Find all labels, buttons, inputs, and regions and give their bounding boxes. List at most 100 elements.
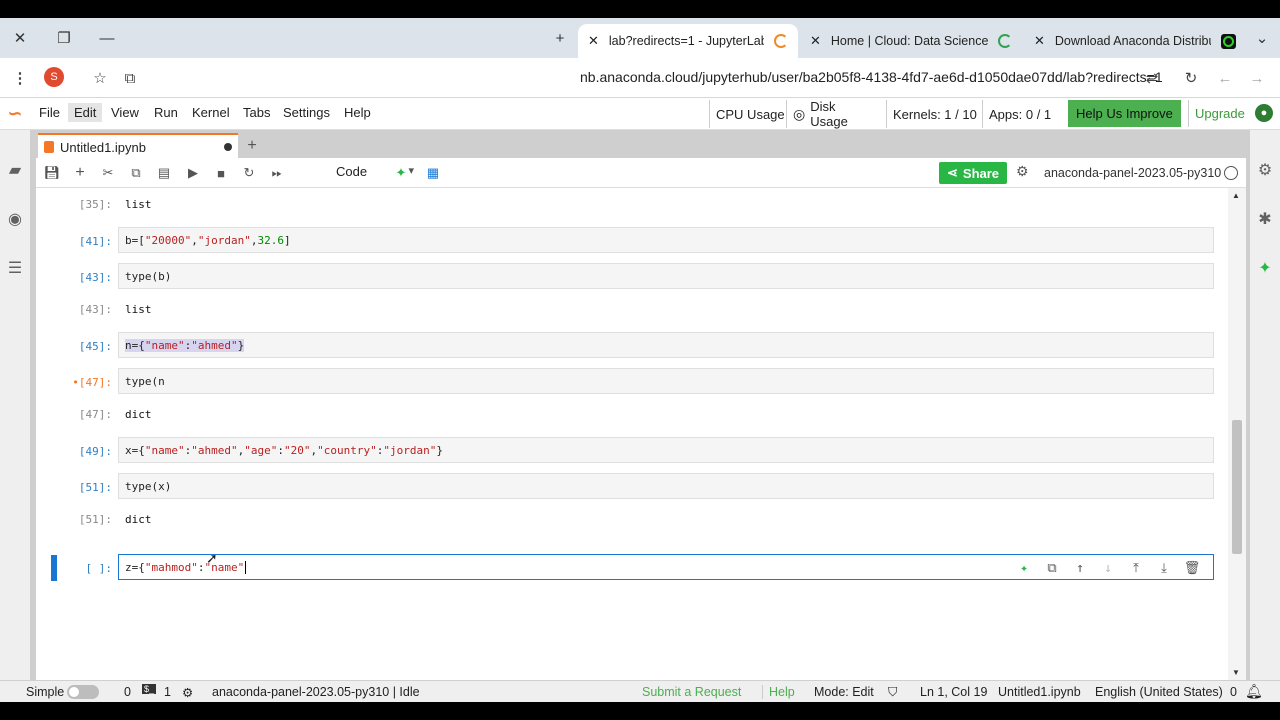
assistant-sparkle-icon[interactable]: ✦: [1015, 559, 1033, 577]
code-token: b=[: [125, 234, 145, 247]
code-input[interactable]: type(b): [118, 263, 1214, 289]
restart-icon[interactable]: ↻: [239, 163, 259, 183]
move-up-icon[interactable]: ↑: [1071, 559, 1089, 577]
browser-menu-icon[interactable]: ⋮: [8, 66, 32, 90]
menu-file[interactable]: File: [39, 105, 60, 120]
active-code-input[interactable]: z={"mahmod":"name" ✦ ⧉ ↑ ↓ ⤒ ⤓ 🗑︎: [118, 554, 1214, 580]
help-us-improve-button[interactable]: Help Us Improve: [1068, 100, 1181, 127]
code-token: "jordan": [197, 234, 251, 247]
url-field[interactable]: nb.anaconda.cloud/jupyterhub/user/ba2b05…: [580, 69, 1163, 85]
disk-usage[interactable]: ◎ Disk Usage: [786, 99, 882, 129]
restore-window-icon[interactable]: ❐: [52, 26, 76, 50]
move-down-icon[interactable]: ↓: [1099, 559, 1117, 577]
unsaved-dot-icon[interactable]: [224, 143, 232, 151]
close-tab-icon[interactable]: ✕: [588, 33, 599, 49]
restart-run-all-icon[interactable]: ⏩︎: [267, 163, 287, 183]
menu-run[interactable]: Run: [154, 105, 178, 120]
debugger-icon[interactable]: ✱: [1255, 209, 1275, 229]
table-icon[interactable]: ▦: [423, 163, 443, 183]
scrollbar-thumb[interactable]: [1232, 420, 1242, 554]
scroll-down-icon[interactable]: ▼: [1232, 668, 1240, 677]
kernel-gear-icon[interactable]: ⚙: [182, 685, 193, 700]
code-token: }: [237, 339, 245, 352]
input-prompt: •[47]:: [72, 376, 112, 389]
new-tab-icon[interactable]: +: [548, 26, 572, 50]
simple-mode-label: Simple: [26, 685, 65, 699]
menu-edit[interactable]: Edit: [68, 103, 103, 122]
extension-icon[interactable]: ⧉: [118, 66, 142, 90]
cpu-usage[interactable]: CPU Usage: [709, 100, 791, 128]
apps-count[interactable]: Apps: 0 / 1: [982, 100, 1057, 128]
simple-mode-toggle[interactable]: [67, 685, 99, 699]
file-name: Untitled1.ipynb: [998, 685, 1081, 699]
code-input[interactable]: type(n: [118, 368, 1214, 394]
notebook-tab[interactable]: Untitled1.ipynb: [38, 133, 238, 159]
save-icon[interactable]: 💾︎: [42, 163, 62, 183]
browser-tab-anaconda-download[interactable]: ✕ Download Anaconda Distributio: [1024, 24, 1246, 58]
new-launcher-icon[interactable]: +: [240, 134, 264, 158]
folder-icon[interactable]: ▰: [5, 160, 25, 180]
insert-below-icon[interactable]: ⤓: [1155, 559, 1173, 577]
kernel-name[interactable]: anaconda-panel-2023.05-py310: [1044, 166, 1221, 180]
browser-tab-anaconda-cloud[interactable]: ✕ Home | Cloud: Data Science and: [800, 24, 1022, 58]
menu-tabs[interactable]: Tabs: [243, 105, 270, 120]
kernel-settings-icon[interactable]: ⚙: [1016, 163, 1029, 180]
insert-cell-icon[interactable]: +: [70, 163, 90, 183]
cut-icon[interactable]: ✂: [98, 163, 118, 183]
cell-type-value: Code: [336, 164, 368, 179]
scroll-up-icon[interactable]: ▲: [1232, 191, 1240, 200]
terminal-icon[interactable]: $_: [142, 684, 157, 694]
code-input[interactable]: n={"name":"ahmed"}: [118, 332, 1214, 358]
code-input[interactable]: type(x): [118, 473, 1214, 499]
kernels-count[interactable]: Kernels: 1 / 10: [886, 100, 983, 128]
address-bar: ⋮ S ☆ ⧉ nb.anaconda.cloud/jupyterhub/use…: [0, 58, 1280, 98]
upgrade-button[interactable]: Upgrade: [1188, 100, 1251, 127]
close-window-icon[interactable]: ✕: [8, 26, 32, 50]
shield-icon[interactable]: ⛉: [888, 685, 897, 700]
cursor-position[interactable]: Ln 1, Col 19: [920, 685, 987, 699]
copy-icon[interactable]: ⧉: [126, 163, 146, 183]
close-tab-icon[interactable]: ✕: [810, 33, 821, 49]
profile-avatar[interactable]: S: [44, 67, 64, 87]
delete-cell-icon[interactable]: 🗑︎: [1183, 559, 1201, 577]
left-sidebar: ▰ ◉ ☰: [0, 130, 30, 680]
insert-above-icon[interactable]: ⤒: [1127, 559, 1145, 577]
minimize-window-icon[interactable]: —: [95, 26, 119, 50]
code-input[interactable]: b=["20000","jordan",32.6]: [118, 227, 1214, 253]
property-inspector-icon[interactable]: ⚙: [1255, 160, 1275, 180]
back-icon[interactable]: ←: [1213, 66, 1237, 90]
share-button[interactable]: ⋖ Share: [939, 162, 1008, 184]
submit-request-link[interactable]: Submit a Request: [642, 685, 741, 699]
menu-settings[interactable]: Settings: [283, 105, 330, 120]
text-caret: [245, 561, 247, 574]
stop-icon[interactable]: ■: [211, 163, 231, 183]
bookmark-star-icon[interactable]: ☆: [88, 66, 112, 90]
menu-kernel[interactable]: Kernel: [192, 105, 230, 120]
kernel-status-text[interactable]: anaconda-panel-2023.05-py310 | Idle: [212, 685, 420, 699]
language-selector[interactable]: English (United States): [1095, 685, 1223, 699]
code-input[interactable]: x={"name":"ahmed","age":"20","country":"…: [118, 437, 1214, 463]
notebook-panel: [35]: list [41]: b=["20000","jordan",32.…: [36, 188, 1228, 680]
close-tab-icon[interactable]: ✕: [1034, 33, 1045, 49]
tab-search-icon[interactable]: ⌄: [1250, 26, 1274, 50]
menu-view[interactable]: View: [111, 105, 139, 120]
user-icon[interactable]: ●: [1255, 104, 1273, 122]
duplicate-cell-icon[interactable]: ⧉: [1043, 559, 1061, 577]
input-prompt: [ ]:: [85, 562, 113, 575]
run-icon[interactable]: ▶: [183, 163, 203, 183]
table-of-contents-icon[interactable]: ☰: [5, 258, 25, 278]
assistant-icon[interactable]: ✦: [391, 163, 411, 183]
paste-icon[interactable]: ▤: [154, 163, 174, 183]
assistant-sparkle-icon[interactable]: ✦: [1255, 258, 1275, 278]
site-settings-icon[interactable]: ⇄: [1140, 66, 1164, 90]
running-kernels-icon[interactable]: ◉: [5, 209, 25, 229]
reload-icon[interactable]: ↻: [1179, 66, 1203, 90]
forward-icon[interactable]: →: [1245, 66, 1269, 90]
bell-icon[interactable]: 🔔︎: [1245, 683, 1263, 700]
code-token: "ahmed": [191, 444, 238, 457]
menu-help[interactable]: Help: [344, 105, 371, 120]
browser-tab-jupyterlab[interactable]: ✕ lab?redirects=1 - JupyterLab: [578, 24, 798, 58]
notebook-scrollbar[interactable]: ▲ ▼: [1228, 188, 1246, 680]
help-link[interactable]: Help: [762, 685, 795, 699]
mouse-pointer-icon: ➚: [206, 550, 218, 566]
